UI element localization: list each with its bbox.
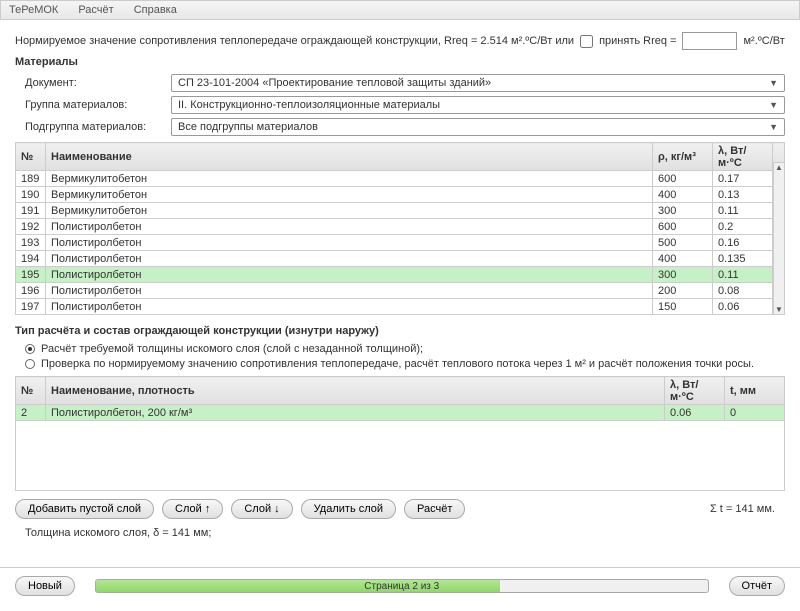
rreq-text: Нормируемое значение сопротивления тепло… — [15, 35, 574, 47]
scrollbar[interactable]: ▲▼ — [773, 162, 785, 315]
table-row[interactable]: 196Полистиролбетон2000.08 — [16, 283, 785, 299]
th-no[interactable]: № — [16, 143, 46, 171]
layer-down-button[interactable]: Слой ↓ — [231, 499, 292, 519]
th2-name[interactable]: Наименование, плотность — [46, 377, 665, 405]
table-row[interactable]: 194Полистиролбетон4000.135 — [16, 251, 785, 267]
th2-no[interactable]: № — [16, 377, 46, 405]
table-row[interactable]: 191Вермикулитобетон3000.11 — [16, 203, 785, 219]
rreq-input[interactable] — [682, 32, 737, 50]
radio-label-2: Проверка по нормируемому значению сопрот… — [41, 358, 754, 370]
grp-select[interactable]: II. Конструкционно-теплоизоляционные мат… — [171, 96, 785, 114]
radio-label-1: Расчёт требуемой толщины искомого слоя (… — [41, 343, 423, 355]
sub-select[interactable]: Все подгруппы материалов▼ — [171, 118, 785, 136]
menu-help[interactable]: Справка — [134, 4, 177, 16]
doc-label: Документ: — [15, 77, 165, 89]
materials-table: № Наименование ρ, кг/м³ λ, Вт/м·ºС 189Ве… — [15, 142, 785, 315]
th2-lambda[interactable]: λ, Вт/м·ºС — [665, 377, 725, 405]
th2-t[interactable]: t, мм — [725, 377, 785, 405]
rreq-unit: м².ºС/Вт — [743, 35, 784, 47]
progress-bar: Страница 2 из 3 — [95, 579, 709, 593]
calc-heading: Тип расчёта и состав ограждающей констру… — [15, 325, 785, 337]
doc-select[interactable]: СП 23-101-2004 «Проектирование тепловой … — [171, 74, 785, 92]
table-row[interactable]: 189Вермикулитобетон6000.17 — [16, 171, 785, 187]
layer-up-button[interactable]: Слой ↑ — [162, 499, 223, 519]
table-row[interactable]: 193Полистиролбетон5000.16 — [16, 235, 785, 251]
empty-area — [16, 421, 785, 491]
table-row[interactable]: 195Полистиролбетон3000.11 — [16, 267, 785, 283]
menu-calc[interactable]: Расчёт — [78, 4, 113, 16]
chevron-down-icon: ▼ — [769, 100, 778, 110]
layers-table: № Наименование, плотность λ, Вт/м·ºС t, … — [15, 376, 785, 491]
radio-check-norm[interactable] — [25, 359, 35, 369]
th-name[interactable]: Наименование — [46, 143, 653, 171]
chevron-down-icon: ▼ — [769, 122, 778, 132]
menubar: ТеРеМОК Расчёт Справка — [0, 0, 800, 20]
materials-heading: Материалы — [15, 56, 785, 68]
sub-label: Подгруппа материалов: — [15, 121, 165, 133]
table-row[interactable]: 197Полистиролбетон1500.06 — [16, 299, 785, 315]
chevron-down-icon: ▼ — [769, 78, 778, 88]
delete-layer-button[interactable]: Удалить слой — [301, 499, 396, 519]
grp-label: Группа материалов: — [15, 99, 165, 111]
sum-t: Σ t = 141 мм. — [710, 503, 785, 515]
radio-calc-thickness[interactable] — [25, 344, 35, 354]
rreq-chk-label: принять Rreq = — [599, 35, 676, 47]
thickness-result: Толщина искомого слоя, δ = 141 мм; — [15, 527, 785, 539]
new-button[interactable]: Новый — [15, 576, 75, 596]
table-row[interactable]: 2Полистиролбетон, 200 кг/м³0.060 — [16, 405, 785, 421]
th-lambda[interactable]: λ, Вт/м·ºС — [713, 143, 773, 171]
report-button[interactable]: Отчёт — [729, 576, 785, 596]
calc-button[interactable]: Расчёт — [404, 499, 465, 519]
add-layer-button[interactable]: Добавить пустой слой — [15, 499, 154, 519]
table-row[interactable]: 192Полистиролбетон6000.2 — [16, 219, 785, 235]
table-row[interactable]: 190Вермикулитобетон4000.13 — [16, 187, 785, 203]
menu-teremok[interactable]: ТеРеМОК — [9, 4, 58, 16]
page-indicator: Страница 2 из 3 — [96, 580, 708, 593]
th-rho[interactable]: ρ, кг/м³ — [653, 143, 713, 171]
rreq-checkbox[interactable] — [580, 35, 593, 48]
